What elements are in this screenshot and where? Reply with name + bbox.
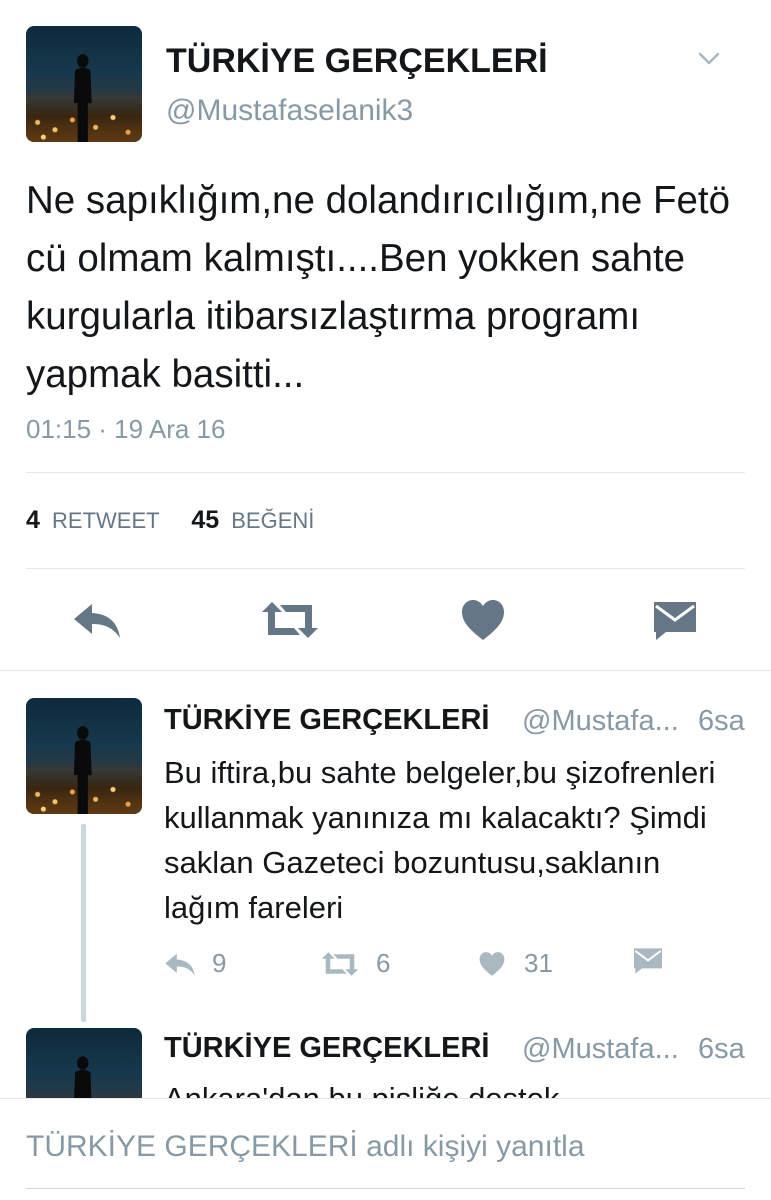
likes-stat[interactable]: 45 BEĞENİ	[191, 506, 315, 534]
main-author-handle[interactable]: @Mustafaselanik3	[166, 94, 413, 128]
envelope-icon	[654, 602, 696, 640]
reply-1-reply-count: 9	[212, 948, 227, 978]
retweet-count: 4	[26, 506, 40, 534]
person-silhouette	[73, 725, 92, 814]
reply-button[interactable]	[72, 600, 122, 645]
reply-1-retweet-count: 6	[376, 948, 391, 978]
retweet-icon	[262, 602, 318, 638]
direct-message-button[interactable]	[652, 600, 698, 647]
tweet-stats: 4 RETWEET 45 BEĞENİ	[26, 506, 314, 535]
envelope-icon	[634, 948, 662, 974]
heart-icon	[479, 951, 505, 976]
person-silhouette	[73, 53, 92, 142]
reply-1-text: Bu iftira,bu sahte belgeler,bu şizofrenl…	[164, 755, 716, 925]
reply-input[interactable]: TÜRKİYE GERÇEKLERİ adlı kişiyi yanıtla	[26, 1130, 585, 1164]
main-tweet-timestamp[interactable]: 01:15 · 19 Ara 16	[26, 414, 225, 445]
reply-1-avatar[interactable]	[26, 698, 142, 814]
tweet-menu-button[interactable]	[694, 44, 724, 74]
reply-1-author-name[interactable]: TÜRKİYE GERÇEKLERİ	[164, 704, 489, 737]
like-label: BEĞENİ	[231, 508, 315, 533]
like-count: 45	[191, 506, 220, 534]
reply-1-like-count: 31	[524, 948, 553, 978]
reply-1-author-handle[interactable]: @Mustafa...	[522, 705, 679, 738]
reply-input-underline	[26, 1188, 745, 1189]
reply-2-time[interactable]: 6sa	[698, 1033, 745, 1066]
reply-2-author-name[interactable]: TÜRKİYE GERÇEKLERİ	[164, 1032, 489, 1065]
reply-1-reply-button[interactable]: 9	[164, 948, 226, 979]
divider-top	[26, 472, 745, 473]
conversation-thread-line	[81, 824, 86, 1022]
divider-middle	[26, 568, 745, 569]
reply-icon	[74, 604, 120, 638]
main-avatar[interactable]	[26, 26, 142, 142]
reply-icon	[165, 953, 195, 976]
reply-1-retweet-button[interactable]: 6	[320, 948, 390, 979]
like-button[interactable]	[460, 598, 506, 647]
reply-1-time[interactable]: 6sa	[698, 705, 745, 738]
retweet-label: RETWEET	[52, 508, 160, 533]
retweet-button[interactable]	[260, 600, 320, 645]
heart-icon	[462, 600, 504, 640]
chevron-down-icon	[698, 52, 720, 65]
main-tweet-text: Ne sapıklığım,ne dolandırıcılığım,ne Fet…	[26, 179, 731, 396]
retweet-icon	[321, 951, 359, 976]
main-author-name[interactable]: TÜRKİYE GERÇEKLERİ	[166, 42, 548, 81]
divider-bottom	[0, 670, 771, 671]
reply-1-dm-button[interactable]	[632, 947, 664, 980]
retweets-stat[interactable]: 4 RETWEET	[26, 506, 165, 534]
reply-1-like-button[interactable]: 31	[478, 948, 553, 979]
reply-2-author-handle[interactable]: @Mustafa...	[522, 1033, 679, 1066]
